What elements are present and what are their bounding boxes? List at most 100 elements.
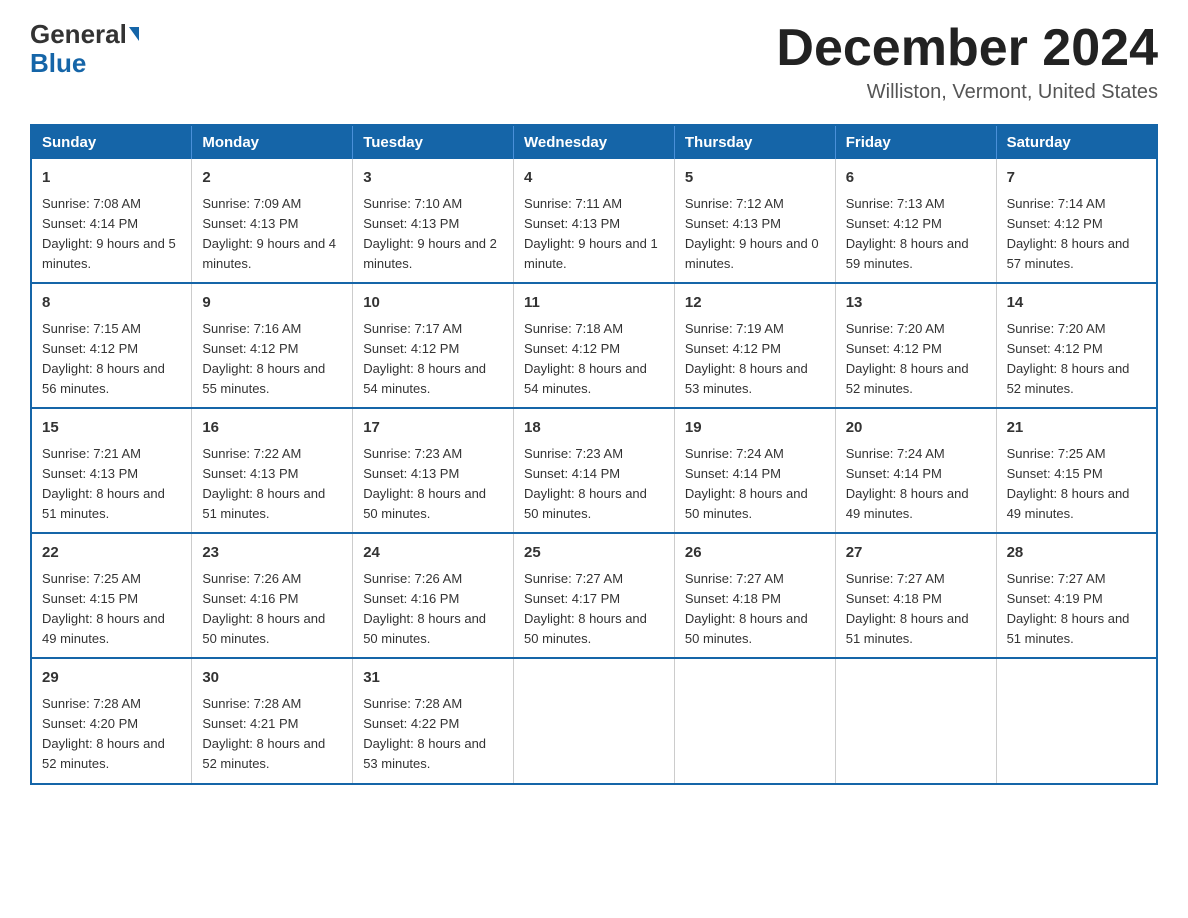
calendar-body: 1 Sunrise: 7:08 AMSunset: 4:14 PMDayligh… (31, 159, 1157, 783)
calendar-week-5: 29 Sunrise: 7:28 AMSunset: 4:20 PMDaylig… (31, 658, 1157, 783)
day-info: Sunrise: 7:13 AMSunset: 4:12 PMDaylight:… (846, 196, 969, 271)
day-number: 15 (42, 417, 181, 440)
calendar-day-27: 27 Sunrise: 7:27 AMSunset: 4:18 PMDaylig… (835, 533, 996, 658)
calendar-day-19: 19 Sunrise: 7:24 AMSunset: 4:14 PMDaylig… (674, 408, 835, 533)
day-info: Sunrise: 7:11 AMSunset: 4:13 PMDaylight:… (524, 196, 658, 271)
calendar-day-17: 17 Sunrise: 7:23 AMSunset: 4:13 PMDaylig… (353, 408, 514, 533)
day-header-thursday: Thursday (674, 125, 835, 159)
logo-general-text: General (30, 19, 127, 49)
calendar-day-30: 30 Sunrise: 7:28 AMSunset: 4:21 PMDaylig… (192, 658, 353, 783)
day-number: 30 (202, 667, 342, 690)
day-info: Sunrise: 7:27 AMSunset: 4:19 PMDaylight:… (1007, 571, 1130, 646)
calendar-day-5: 5 Sunrise: 7:12 AMSunset: 4:13 PMDayligh… (674, 159, 835, 283)
calendar-day-11: 11 Sunrise: 7:18 AMSunset: 4:12 PMDaylig… (514, 283, 675, 408)
day-info: Sunrise: 7:08 AMSunset: 4:14 PMDaylight:… (42, 196, 176, 271)
day-info: Sunrise: 7:14 AMSunset: 4:12 PMDaylight:… (1007, 196, 1130, 271)
day-info: Sunrise: 7:23 AMSunset: 4:13 PMDaylight:… (363, 446, 486, 521)
day-number: 18 (524, 417, 664, 440)
calendar-day-31: 31 Sunrise: 7:28 AMSunset: 4:22 PMDaylig… (353, 658, 514, 783)
day-info: Sunrise: 7:28 AMSunset: 4:20 PMDaylight:… (42, 696, 165, 771)
day-number: 7 (1007, 167, 1146, 190)
calendar-day-6: 6 Sunrise: 7:13 AMSunset: 4:12 PMDayligh… (835, 159, 996, 283)
day-number: 5 (685, 167, 825, 190)
calendar-day-16: 16 Sunrise: 7:22 AMSunset: 4:13 PMDaylig… (192, 408, 353, 533)
day-info: Sunrise: 7:27 AMSunset: 4:18 PMDaylight:… (685, 571, 808, 646)
day-info: Sunrise: 7:21 AMSunset: 4:13 PMDaylight:… (42, 446, 165, 521)
day-info: Sunrise: 7:24 AMSunset: 4:14 PMDaylight:… (846, 446, 969, 521)
logo-top: General (30, 20, 139, 49)
calendar-week-1: 1 Sunrise: 7:08 AMSunset: 4:14 PMDayligh… (31, 159, 1157, 283)
day-info: Sunrise: 7:15 AMSunset: 4:12 PMDaylight:… (42, 321, 165, 396)
day-number: 10 (363, 292, 503, 315)
days-of-week-row: SundayMondayTuesdayWednesdayThursdayFrid… (31, 125, 1157, 159)
calendar-day-14: 14 Sunrise: 7:20 AMSunset: 4:12 PMDaylig… (996, 283, 1157, 408)
day-info: Sunrise: 7:24 AMSunset: 4:14 PMDaylight:… (685, 446, 808, 521)
calendar-day-28: 28 Sunrise: 7:27 AMSunset: 4:19 PMDaylig… (996, 533, 1157, 658)
day-info: Sunrise: 7:18 AMSunset: 4:12 PMDaylight:… (524, 321, 647, 396)
day-header-wednesday: Wednesday (514, 125, 675, 159)
month-title: December 2024 (776, 20, 1158, 77)
calendar-day-23: 23 Sunrise: 7:26 AMSunset: 4:16 PMDaylig… (192, 533, 353, 658)
calendar-week-2: 8 Sunrise: 7:15 AMSunset: 4:12 PMDayligh… (31, 283, 1157, 408)
calendar-header: SundayMondayTuesdayWednesdayThursdayFrid… (31, 125, 1157, 159)
calendar-day-21: 21 Sunrise: 7:25 AMSunset: 4:15 PMDaylig… (996, 408, 1157, 533)
day-info: Sunrise: 7:26 AMSunset: 4:16 PMDaylight:… (202, 571, 325, 646)
day-info: Sunrise: 7:22 AMSunset: 4:13 PMDaylight:… (202, 446, 325, 521)
day-info: Sunrise: 7:26 AMSunset: 4:16 PMDaylight:… (363, 571, 486, 646)
calendar-day-20: 20 Sunrise: 7:24 AMSunset: 4:14 PMDaylig… (835, 408, 996, 533)
logo: General Blue (30, 20, 139, 77)
calendar-day-7: 7 Sunrise: 7:14 AMSunset: 4:12 PMDayligh… (996, 159, 1157, 283)
calendar-day-25: 25 Sunrise: 7:27 AMSunset: 4:17 PMDaylig… (514, 533, 675, 658)
day-number: 2 (202, 167, 342, 190)
day-header-friday: Friday (835, 125, 996, 159)
day-info: Sunrise: 7:12 AMSunset: 4:13 PMDaylight:… (685, 196, 819, 271)
logo-blue-text: Blue (30, 49, 86, 78)
day-header-tuesday: Tuesday (353, 125, 514, 159)
day-info: Sunrise: 7:27 AMSunset: 4:18 PMDaylight:… (846, 571, 969, 646)
calendar-day-2: 2 Sunrise: 7:09 AMSunset: 4:13 PMDayligh… (192, 159, 353, 283)
calendar-week-3: 15 Sunrise: 7:21 AMSunset: 4:13 PMDaylig… (31, 408, 1157, 533)
day-number: 1 (42, 167, 181, 190)
calendar-day-13: 13 Sunrise: 7:20 AMSunset: 4:12 PMDaylig… (835, 283, 996, 408)
day-number: 13 (846, 292, 986, 315)
calendar-day-10: 10 Sunrise: 7:17 AMSunset: 4:12 PMDaylig… (353, 283, 514, 408)
logo-arrow-icon (129, 27, 139, 41)
calendar-day-1: 1 Sunrise: 7:08 AMSunset: 4:14 PMDayligh… (31, 159, 192, 283)
day-number: 16 (202, 417, 342, 440)
empty-cell (514, 658, 675, 783)
day-number: 3 (363, 167, 503, 190)
empty-cell (674, 658, 835, 783)
day-info: Sunrise: 7:10 AMSunset: 4:13 PMDaylight:… (363, 196, 497, 271)
day-info: Sunrise: 7:16 AMSunset: 4:12 PMDaylight:… (202, 321, 325, 396)
calendar-day-9: 9 Sunrise: 7:16 AMSunset: 4:12 PMDayligh… (192, 283, 353, 408)
day-info: Sunrise: 7:23 AMSunset: 4:14 PMDaylight:… (524, 446, 647, 521)
day-info: Sunrise: 7:25 AMSunset: 4:15 PMDaylight:… (42, 571, 165, 646)
empty-cell (996, 658, 1157, 783)
day-number: 20 (846, 417, 986, 440)
day-number: 14 (1007, 292, 1146, 315)
day-info: Sunrise: 7:28 AMSunset: 4:21 PMDaylight:… (202, 696, 325, 771)
day-number: 12 (685, 292, 825, 315)
calendar-day-8: 8 Sunrise: 7:15 AMSunset: 4:12 PMDayligh… (31, 283, 192, 408)
calendar-day-12: 12 Sunrise: 7:19 AMSunset: 4:12 PMDaylig… (674, 283, 835, 408)
day-number: 9 (202, 292, 342, 315)
calendar-day-18: 18 Sunrise: 7:23 AMSunset: 4:14 PMDaylig… (514, 408, 675, 533)
day-info: Sunrise: 7:25 AMSunset: 4:15 PMDaylight:… (1007, 446, 1130, 521)
day-number: 8 (42, 292, 181, 315)
day-number: 4 (524, 167, 664, 190)
day-number: 6 (846, 167, 986, 190)
calendar-day-4: 4 Sunrise: 7:11 AMSunset: 4:13 PMDayligh… (514, 159, 675, 283)
day-number: 21 (1007, 417, 1146, 440)
day-header-saturday: Saturday (996, 125, 1157, 159)
location-subtitle: Williston, Vermont, United States (776, 81, 1158, 104)
title-area: December 2024 Williston, Vermont, United… (776, 20, 1158, 104)
empty-cell (835, 658, 996, 783)
calendar-day-15: 15 Sunrise: 7:21 AMSunset: 4:13 PMDaylig… (31, 408, 192, 533)
calendar-day-3: 3 Sunrise: 7:10 AMSunset: 4:13 PMDayligh… (353, 159, 514, 283)
day-number: 26 (685, 542, 825, 565)
day-number: 19 (685, 417, 825, 440)
day-info: Sunrise: 7:20 AMSunset: 4:12 PMDaylight:… (1007, 321, 1130, 396)
day-info: Sunrise: 7:09 AMSunset: 4:13 PMDaylight:… (202, 196, 336, 271)
day-info: Sunrise: 7:17 AMSunset: 4:12 PMDaylight:… (363, 321, 486, 396)
calendar-day-22: 22 Sunrise: 7:25 AMSunset: 4:15 PMDaylig… (31, 533, 192, 658)
